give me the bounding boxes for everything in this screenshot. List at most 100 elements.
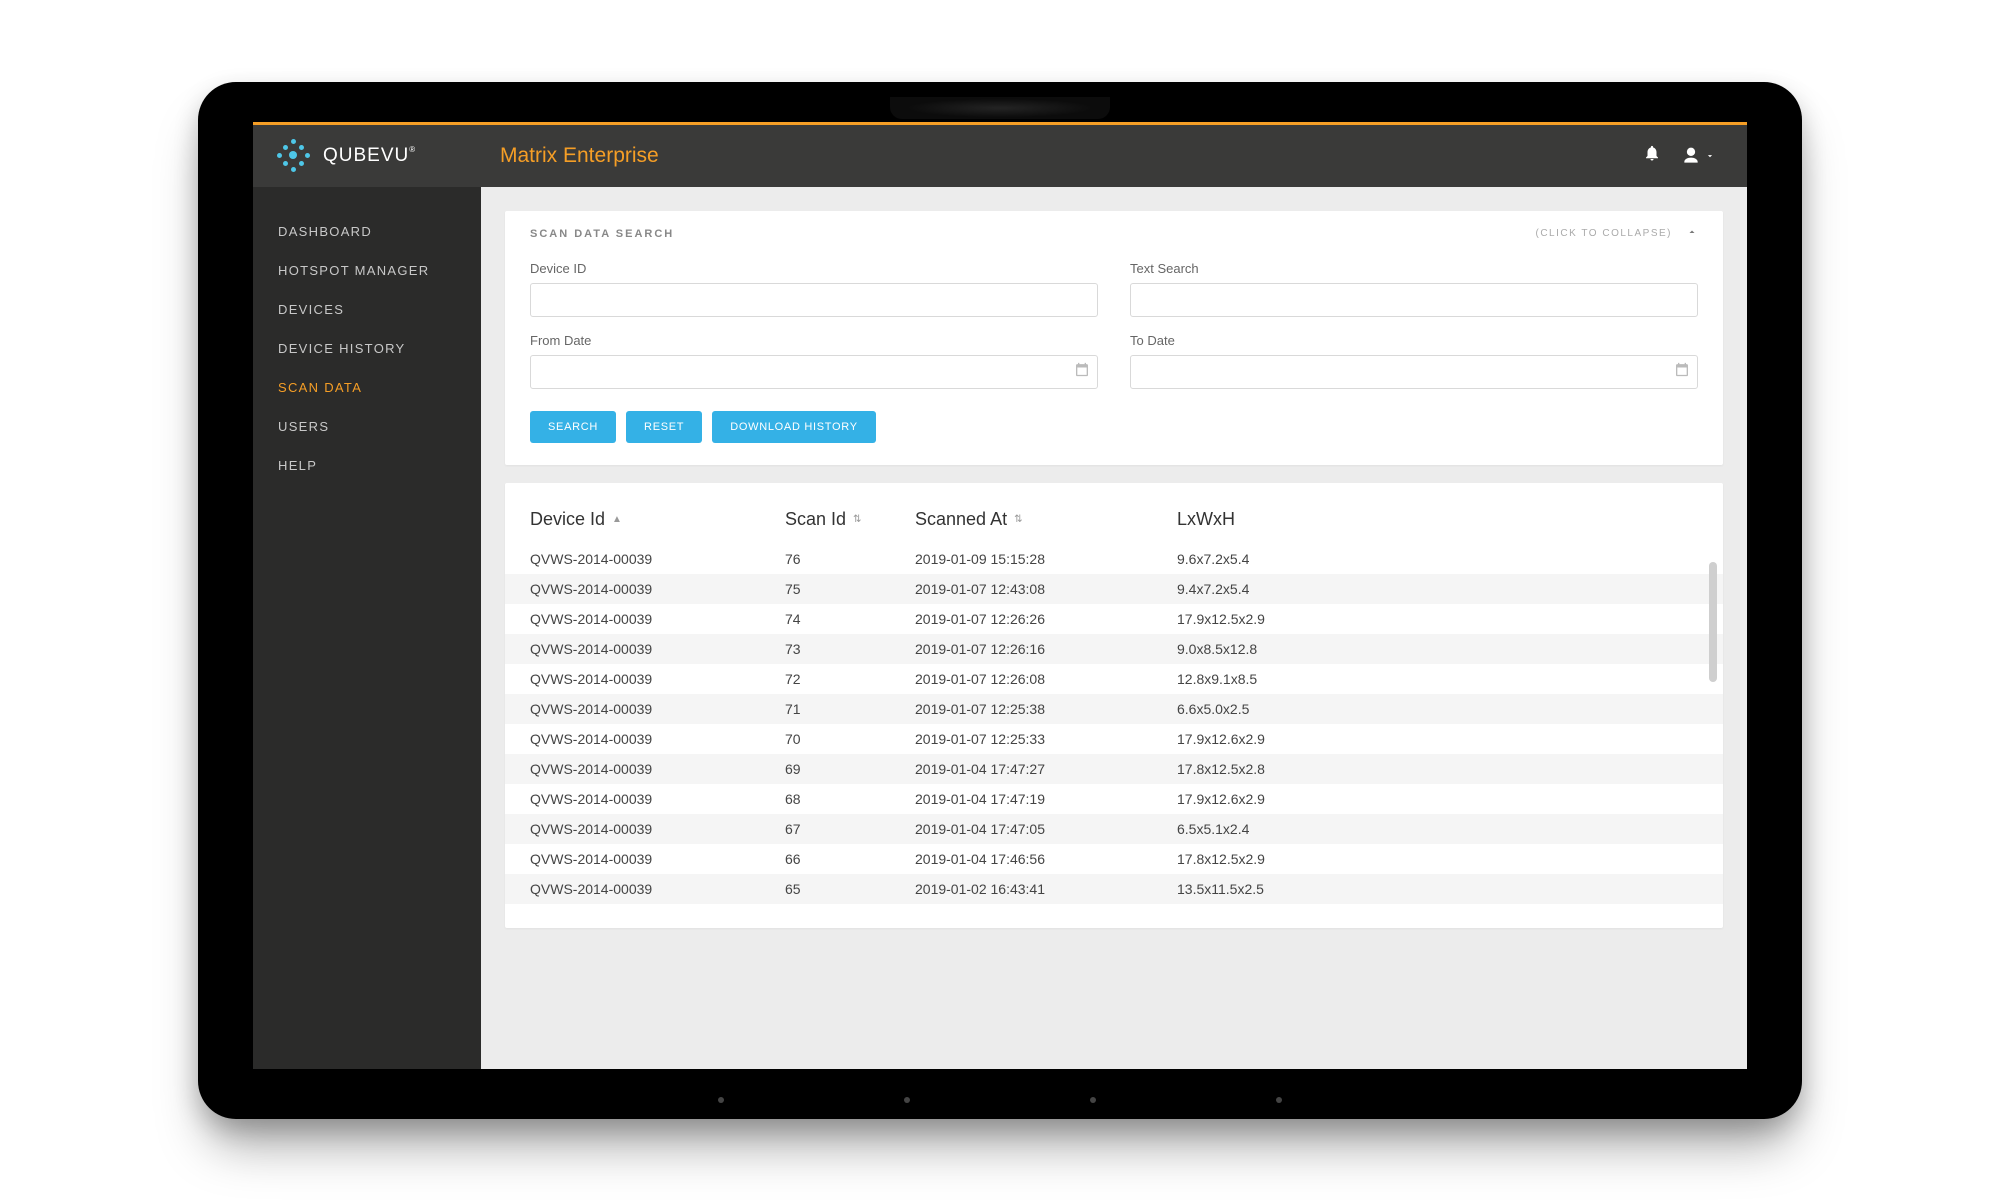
from-date-label: From Date <box>530 333 1098 348</box>
scrollbar-thumb[interactable] <box>1709 562 1717 682</box>
cell-scanned-at: 2019-01-04 17:47:27 <box>915 761 1177 777</box>
reset-button[interactable]: RESET <box>626 411 702 443</box>
device-id-input[interactable] <box>530 283 1098 317</box>
tablet-notch <box>890 97 1110 119</box>
cell-lwh: 6.6x5.0x2.5 <box>1177 701 1698 717</box>
collapse-hint[interactable]: (CLICK TO COLLAPSE) <box>1536 228 1673 239</box>
chevron-up-icon[interactable] <box>1686 225 1698 243</box>
sidebar-item-dashboard[interactable]: DASHBOARD <box>253 212 481 251</box>
cell-scan-id: 67 <box>785 821 915 837</box>
table-body: QVWS-2014-00039762019-01-09 15:15:289.6x… <box>505 544 1723 904</box>
table-row[interactable]: QVWS-2014-00039712019-01-07 12:25:386.6x… <box>505 694 1723 724</box>
sidebar-item-hotspot-manager[interactable]: HOTSPOT MANAGER <box>253 251 481 290</box>
cell-scan-id: 66 <box>785 851 915 867</box>
search-panel-title: SCAN DATA SEARCH <box>530 228 674 240</box>
cell-scanned-at: 2019-01-09 15:15:28 <box>915 551 1177 567</box>
cell-scanned-at: 2019-01-07 12:43:08 <box>915 581 1177 597</box>
cell-scanned-at: 2019-01-07 12:26:08 <box>915 671 1177 687</box>
cell-lwh: 9.4x7.2x5.4 <box>1177 581 1698 597</box>
cell-scanned-at: 2019-01-04 17:47:19 <box>915 791 1177 807</box>
cell-scan-id: 71 <box>785 701 915 717</box>
table-row[interactable]: QVWS-2014-00039682019-01-04 17:47:1917.9… <box>505 784 1723 814</box>
col-scan-id[interactable]: Scan Id⇅ <box>785 509 915 530</box>
table-row[interactable]: QVWS-2014-00039702019-01-07 12:25:3317.9… <box>505 724 1723 754</box>
main-content: SCAN DATA SEARCH (CLICK TO COLLAPSE) Dev… <box>481 187 1747 1069</box>
device-id-label: Device ID <box>530 261 1098 276</box>
cell-lwh: 13.5x11.5x2.5 <box>1177 881 1698 897</box>
cell-device-id: QVWS-2014-00039 <box>530 641 785 657</box>
cell-scan-id: 69 <box>785 761 915 777</box>
table-row[interactable]: QVWS-2014-00039672019-01-04 17:47:056.5x… <box>505 814 1723 844</box>
sidebar-item-users[interactable]: USERS <box>253 407 481 446</box>
table-row[interactable]: QVWS-2014-00039732019-01-07 12:26:169.0x… <box>505 634 1723 664</box>
cell-scan-id: 65 <box>785 881 915 897</box>
cell-scanned-at: 2019-01-02 16:43:41 <box>915 881 1177 897</box>
cell-device-id: QVWS-2014-00039 <box>530 761 785 777</box>
cell-device-id: QVWS-2014-00039 <box>530 881 785 897</box>
cell-scan-id: 68 <box>785 791 915 807</box>
cell-scanned-at: 2019-01-07 12:26:16 <box>915 641 1177 657</box>
cell-scanned-at: 2019-01-07 12:25:33 <box>915 731 1177 747</box>
cell-device-id: QVWS-2014-00039 <box>530 671 785 687</box>
sort-asc-icon: ▲ <box>612 514 622 525</box>
cell-device-id: QVWS-2014-00039 <box>530 821 785 837</box>
table-row[interactable]: QVWS-2014-00039742019-01-07 12:26:2617.9… <box>505 604 1723 634</box>
sidebar-item-devices[interactable]: DEVICES <box>253 290 481 329</box>
col-scanned-at[interactable]: Scanned At⇅ <box>915 509 1177 530</box>
table-row[interactable]: QVWS-2014-00039762019-01-09 15:15:289.6x… <box>505 544 1723 574</box>
tablet-frame: QUBEVU® Matrix Enterprise DASHBOARDHOTSP… <box>198 82 1802 1119</box>
cell-scan-id: 73 <box>785 641 915 657</box>
from-date-input[interactable] <box>530 355 1098 389</box>
table-row[interactable]: QVWS-2014-00039662019-01-04 17:46:5617.8… <box>505 844 1723 874</box>
cell-device-id: QVWS-2014-00039 <box>530 701 785 717</box>
cell-device-id: QVWS-2014-00039 <box>530 731 785 747</box>
sidebar-item-device-history[interactable]: DEVICE HISTORY <box>253 329 481 368</box>
cell-scanned-at: 2019-01-07 12:26:26 <box>915 611 1177 627</box>
sidebar-item-scan-data[interactable]: SCAN DATA <box>253 368 481 407</box>
sort-icon: ⇅ <box>853 514 861 525</box>
user-menu[interactable] <box>1671 146 1725 166</box>
cell-lwh: 17.8x12.5x2.9 <box>1177 851 1698 867</box>
table-row[interactable]: QVWS-2014-00039722019-01-07 12:26:0812.8… <box>505 664 1723 694</box>
cell-scanned-at: 2019-01-04 17:46:56 <box>915 851 1177 867</box>
sidebar-item-help[interactable]: HELP <box>253 446 481 485</box>
results-table-panel: Device Id▲ Scan Id⇅ Scanned At⇅ LxWxH QV… <box>505 483 1723 928</box>
cell-lwh: 9.0x8.5x12.8 <box>1177 641 1698 657</box>
table-row[interactable]: QVWS-2014-00039652019-01-02 16:43:4113.5… <box>505 874 1723 904</box>
cell-lwh: 12.8x9.1x8.5 <box>1177 671 1698 687</box>
chevron-down-icon <box>1705 151 1715 161</box>
app-title: Matrix Enterprise <box>500 144 659 168</box>
table-row[interactable]: QVWS-2014-00039752019-01-07 12:43:089.4x… <box>505 574 1723 604</box>
cell-scan-id: 75 <box>785 581 915 597</box>
cell-lwh: 6.5x5.1x2.4 <box>1177 821 1698 837</box>
notifications-icon[interactable] <box>1633 144 1671 167</box>
topbar: QUBEVU® Matrix Enterprise <box>253 125 1747 187</box>
cell-lwh: 17.8x12.5x2.8 <box>1177 761 1698 777</box>
cell-device-id: QVWS-2014-00039 <box>530 611 785 627</box>
table-row[interactable]: QVWS-2014-00039692019-01-04 17:47:2717.8… <box>505 754 1723 784</box>
cell-device-id: QVWS-2014-00039 <box>530 791 785 807</box>
logo-icon <box>275 137 313 175</box>
cell-device-id: QVWS-2014-00039 <box>530 551 785 567</box>
brand-text: QUBEVU® <box>323 145 416 167</box>
sort-icon: ⇅ <box>1014 514 1022 525</box>
calendar-icon[interactable] <box>1074 361 1090 382</box>
cell-lwh: 17.9x12.5x2.9 <box>1177 611 1698 627</box>
calendar-icon[interactable] <box>1674 361 1690 382</box>
cell-scan-id: 72 <box>785 671 915 687</box>
text-search-input[interactable] <box>1130 283 1698 317</box>
cell-scanned-at: 2019-01-07 12:25:38 <box>915 701 1177 717</box>
brand-logo[interactable]: QUBEVU® <box>275 137 480 175</box>
col-lwh[interactable]: LxWxH <box>1177 509 1698 530</box>
cell-lwh: 9.6x7.2x5.4 <box>1177 551 1698 567</box>
to-date-label: To Date <box>1130 333 1698 348</box>
cell-scan-id: 70 <box>785 731 915 747</box>
cell-device-id: QVWS-2014-00039 <box>530 581 785 597</box>
table-header: Device Id▲ Scan Id⇅ Scanned At⇅ LxWxH <box>505 501 1723 544</box>
search-panel: SCAN DATA SEARCH (CLICK TO COLLAPSE) Dev… <box>505 211 1723 465</box>
download-history-button[interactable]: DOWNLOAD HISTORY <box>712 411 876 443</box>
col-device-id[interactable]: Device Id▲ <box>530 509 785 530</box>
search-button[interactable]: SEARCH <box>530 411 616 443</box>
to-date-input[interactable] <box>1130 355 1698 389</box>
cell-scan-id: 74 <box>785 611 915 627</box>
